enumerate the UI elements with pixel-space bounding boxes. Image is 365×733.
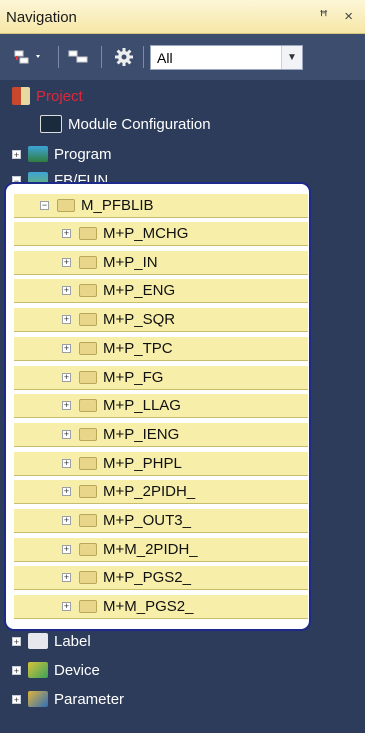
folder-icon	[57, 199, 75, 212]
tree-item-label-node[interactable]: + Label	[12, 627, 91, 655]
tree-item-label: M+P_OUT3_	[103, 512, 191, 529]
tree-item-label: M+P_SQR	[103, 311, 176, 329]
folder-icon	[79, 514, 97, 527]
chevron-down-icon[interactable]: ▼	[281, 46, 302, 69]
tree-item-library[interactable]: − M_PFBLIB	[14, 194, 308, 218]
tree-item-label: M+P_ENG	[103, 282, 176, 300]
title-bar: Navigation ꟸ ×	[0, 0, 365, 34]
expand-icon[interactable]: +	[62, 544, 71, 554]
tree-item-label: M+P_FG	[103, 368, 164, 386]
tree-item-label: M_PFBLIB	[81, 197, 154, 214]
tree-item-lib-folder[interactable]: + M+P_LLAG	[14, 394, 308, 419]
tree-item-lib-folder[interactable]: + M+P_FG	[14, 365, 308, 390]
expand-icon[interactable]: +	[62, 343, 71, 353]
expand-icon[interactable]: +	[12, 149, 21, 159]
filter-value: All	[157, 50, 173, 66]
tree-item-lib-folder[interactable]: + M+P_TPC	[14, 336, 308, 361]
project-icon	[12, 87, 30, 105]
tree-item-lib-folder[interactable]: + M+P_2PIDH_	[14, 480, 308, 505]
tree-item-label: M+P_IN	[103, 253, 158, 271]
tree-item-lib-folder[interactable]: + M+P_OUT3_	[14, 509, 308, 533]
tree-view-icon[interactable]	[12, 45, 46, 69]
toolbar: All ▼	[0, 34, 365, 80]
tree-item-label: Project	[36, 87, 83, 105]
tree-item-project[interactable]: Project	[12, 82, 83, 110]
expand-icon[interactable]: +	[62, 429, 71, 439]
expand-icon[interactable]: +	[62, 229, 71, 238]
program-icon	[28, 146, 48, 162]
tree-item-label: M+P_MCHG	[103, 225, 189, 242]
tree-item-lib-folder[interactable]: + M+P_SQR	[14, 308, 308, 333]
filter-select[interactable]: All ▼	[150, 45, 303, 70]
tree-item-lib-folder[interactable]: + M+P_IENG	[14, 422, 308, 447]
expand-icon[interactable]: +	[12, 636, 21, 646]
folder-icon	[79, 313, 97, 327]
tree-item-label: Device	[54, 661, 100, 679]
folder-icon	[79, 399, 97, 413]
toolbar-separator	[101, 46, 102, 68]
parameter-icon	[28, 691, 48, 707]
gear-icon[interactable]	[111, 45, 137, 69]
window-controls[interactable]: ꟸ ×	[319, 7, 359, 25]
tree-item-label: M+P_LLAG	[103, 397, 181, 415]
expand-icon[interactable]: +	[12, 694, 21, 704]
panel-title: Navigation	[6, 9, 77, 26]
tree-item-label: M+M_2PIDH_	[103, 540, 198, 558]
tree-item-lib-folder[interactable]: + M+P_PHPL	[14, 451, 308, 476]
label-icon	[28, 633, 48, 649]
tree-item-lib-folder[interactable]: + M+P_MCHG	[14, 222, 308, 246]
folder-icon	[79, 542, 97, 556]
expand-icon[interactable]: +	[62, 458, 71, 468]
expand-icon[interactable]: +	[62, 372, 71, 382]
folder-icon	[79, 341, 97, 355]
expand-icon[interactable]: +	[12, 665, 21, 675]
tree-item-label: M+P_TPC	[103, 339, 173, 357]
expand-icon[interactable]: +	[62, 315, 71, 325]
expand-icon[interactable]: +	[62, 257, 71, 267]
expand-icon[interactable]: +	[62, 401, 71, 411]
tree-item-label: M+P_2PIDH_	[103, 483, 196, 501]
folder-icon	[79, 485, 97, 499]
tree-item-lib-folder[interactable]: + M+P_ENG	[14, 279, 308, 304]
tree-item-label: M+P_PGS2_	[103, 569, 191, 587]
toolbar-separator	[58, 46, 59, 68]
tree-item-label: M+P_PHPL	[103, 454, 182, 472]
collapse-icon[interactable]	[66, 45, 92, 69]
expand-icon[interactable]: +	[62, 516, 71, 525]
device-icon	[28, 662, 48, 678]
collapse-icon[interactable]: −	[40, 201, 49, 210]
tree-item-label: Program	[54, 145, 112, 163]
tree-item-lib-folder[interactable]: + M+M_2PIDH_	[14, 537, 308, 562]
folder-icon	[79, 227, 97, 240]
folder-icon	[79, 600, 97, 614]
tree-item-lib-folder[interactable]: + M+M_PGS2_	[14, 595, 308, 620]
expand-icon[interactable]: +	[62, 573, 71, 583]
toolbar-separator	[143, 46, 144, 68]
tree-item-program[interactable]: + Program	[12, 140, 112, 168]
navigation-panel: Navigation ꟸ × All ▼ Project Module Conf…	[0, 0, 365, 733]
tree-item-parameter[interactable]: + Parameter	[12, 685, 124, 713]
folder-icon	[79, 284, 97, 298]
tree-item-device[interactable]: + Device	[12, 656, 100, 684]
tree-item-label: M+M_PGS2_	[103, 598, 194, 616]
tree-item-label: Module Configuration	[68, 115, 211, 133]
tree-item-label: Parameter	[54, 690, 125, 708]
module-configuration-icon	[40, 115, 62, 133]
tree-item-lib-folder[interactable]: + M+P_PGS2_	[14, 566, 308, 591]
folder-icon	[79, 456, 97, 470]
library-highlight-box: − M_PFBLIB + M+P_MCHG + M+P_IN + M+P_ENG + M+P_…	[4, 182, 311, 631]
tree-item-lib-folder[interactable]: + M+P_IN	[14, 250, 308, 275]
expand-icon[interactable]: +	[62, 286, 71, 296]
tree-item-label: M+P_IENG	[103, 425, 180, 443]
expand-icon[interactable]: +	[62, 487, 71, 497]
folder-icon	[79, 370, 97, 384]
folder-icon	[79, 571, 97, 585]
folder-icon	[79, 255, 97, 269]
folder-icon	[79, 427, 97, 441]
tree-item-module-configuration[interactable]: Module Configuration	[40, 110, 211, 138]
tree-item-label: Label	[54, 632, 91, 650]
expand-icon[interactable]: +	[62, 602, 71, 612]
